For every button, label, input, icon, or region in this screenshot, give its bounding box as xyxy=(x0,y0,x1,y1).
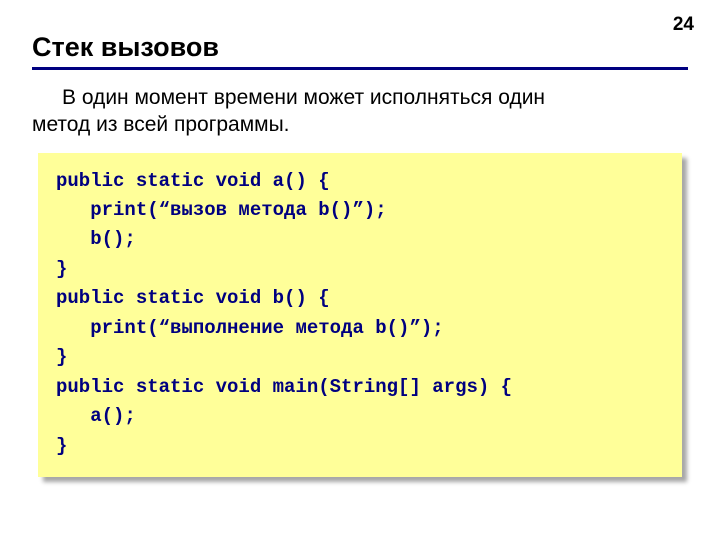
code-line-4: } xyxy=(56,258,67,280)
code-line-6: print(“выполнение метода b()”); xyxy=(56,317,444,339)
title-underline xyxy=(32,67,688,70)
slide: 24 Стек вызовов В один момент времени мо… xyxy=(0,0,720,540)
slide-title: Стек вызовов xyxy=(32,32,688,63)
page-number: 24 xyxy=(673,14,694,36)
code-line-7: } xyxy=(56,346,67,368)
code-line-2: print(“вызов метода b()”); xyxy=(56,199,387,221)
code-line-5: public static void b() { xyxy=(56,287,330,309)
code-line-9: a(); xyxy=(56,405,136,427)
body-text: В один момент времени может исполняться … xyxy=(32,84,688,139)
code-block: public static void a() { print(“вызов ме… xyxy=(38,153,682,477)
body-text-line-2: метод из всей программы. xyxy=(32,113,290,136)
code-line-1: public static void a() { xyxy=(56,170,330,192)
code-line-8: public static void main(String[] args) { xyxy=(56,376,512,398)
body-text-line-1: В один момент времени может исполняться … xyxy=(62,86,545,109)
code-line-10: } xyxy=(56,435,67,457)
code-line-3: b(); xyxy=(56,228,136,250)
